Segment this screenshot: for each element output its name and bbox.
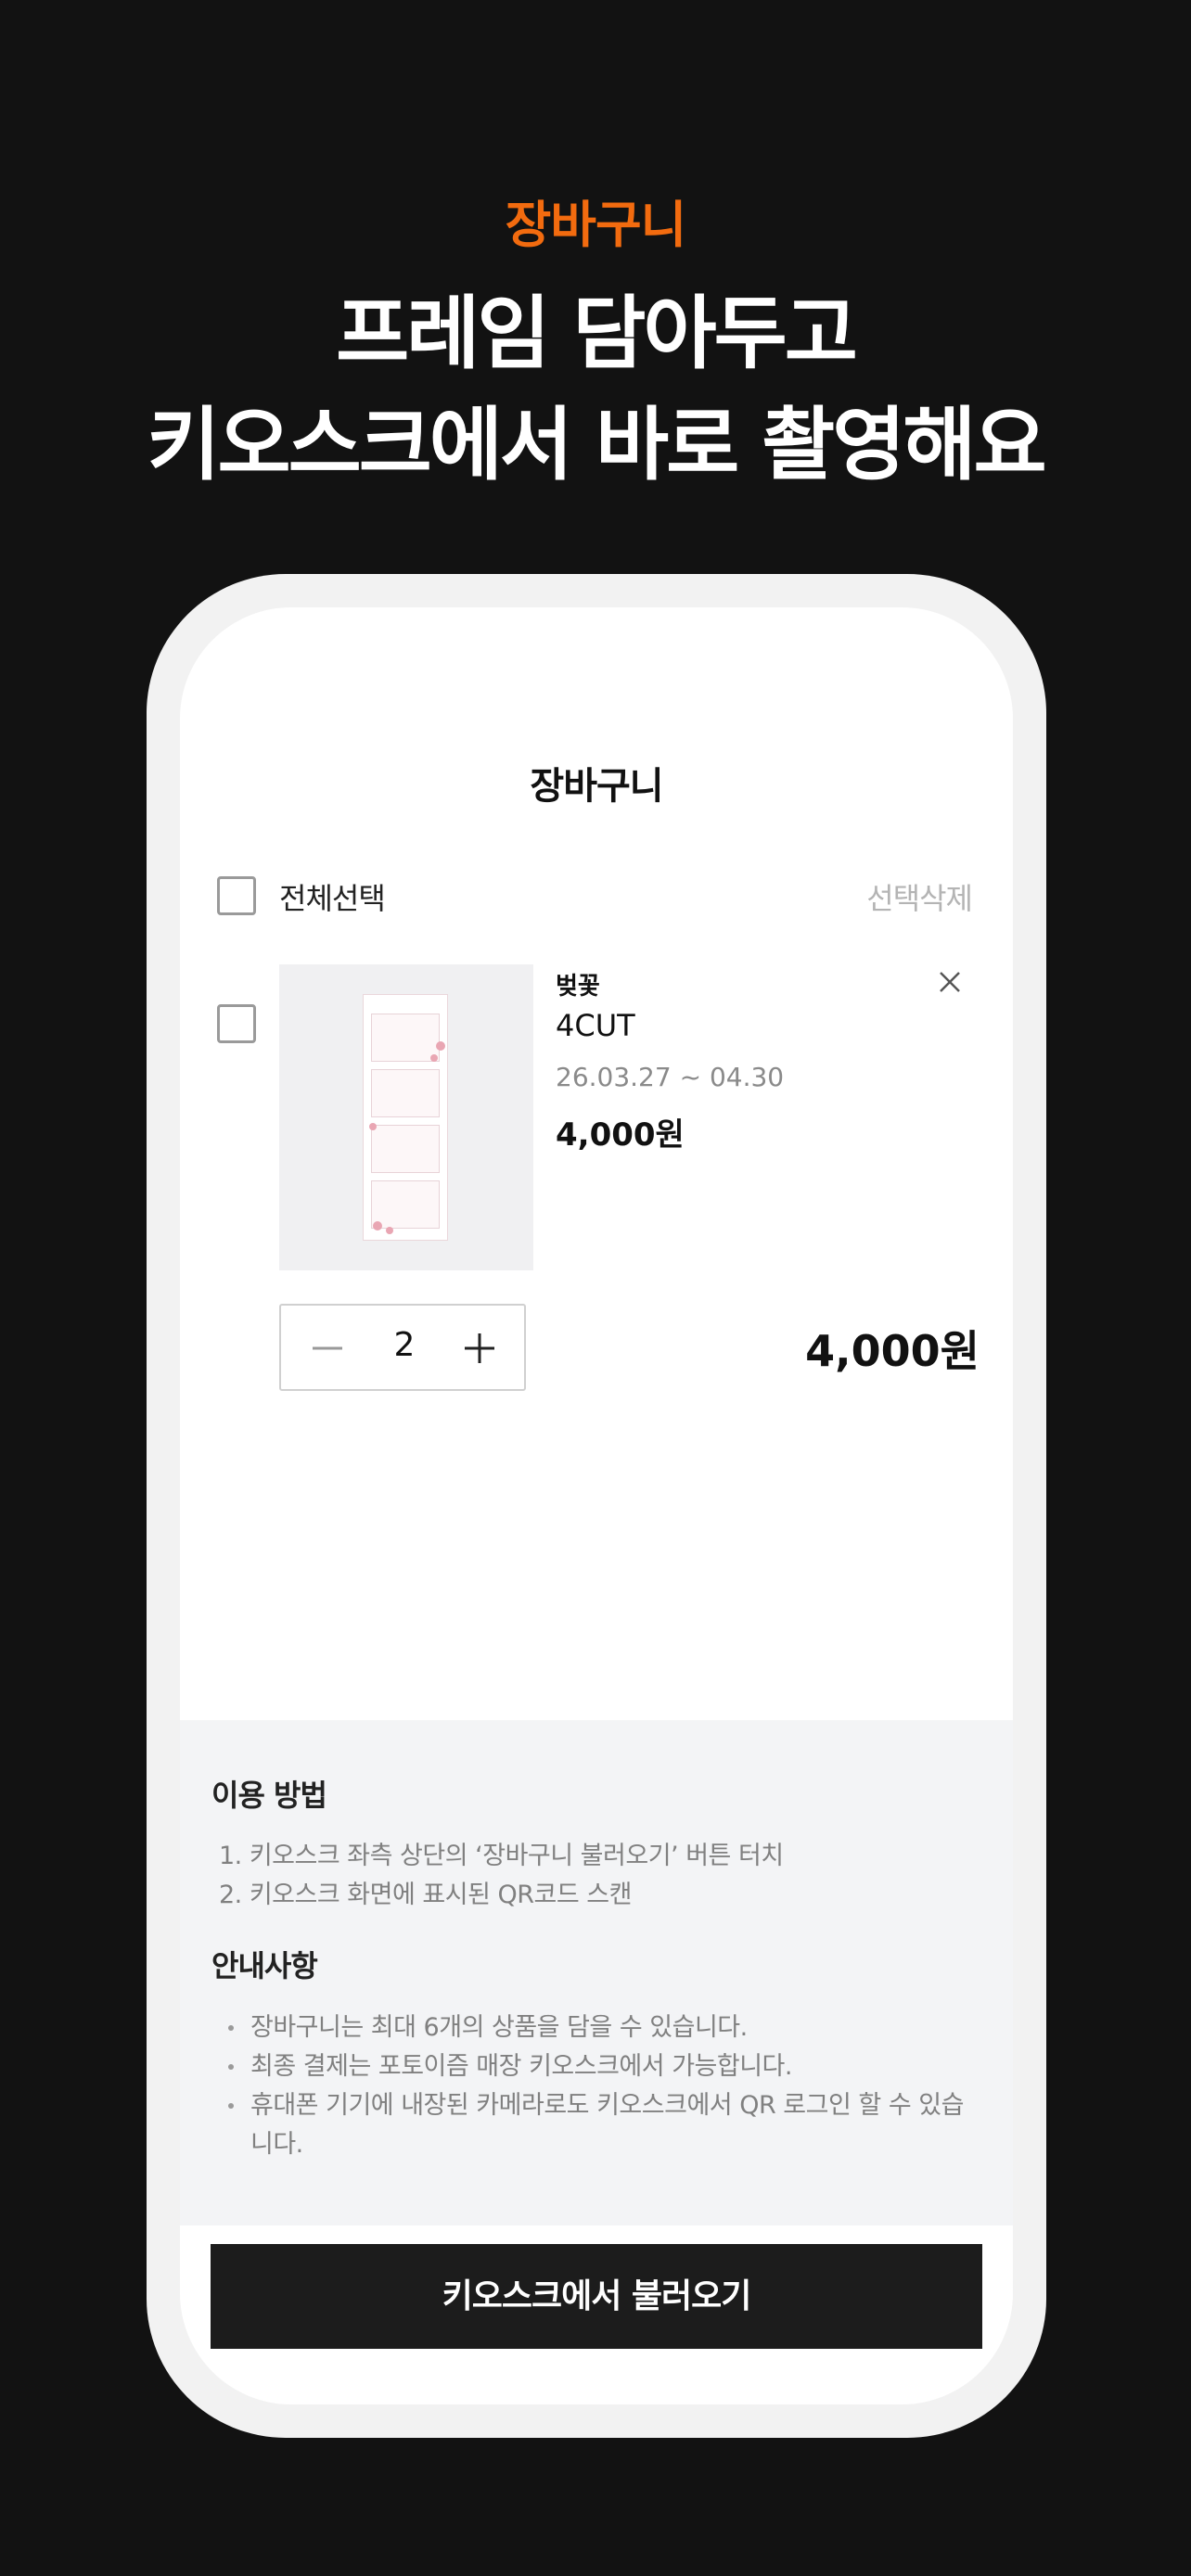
line-total: 4,000원 [805, 1326, 980, 1376]
remove-item-button[interactable] [933, 965, 967, 999]
info-panel: 이용 방법 1. 키오스크 좌측 상단의 ‘장바구니 불러오기’ 버튼 터치 2… [180, 1720, 1013, 2225]
quantity-stepper: 2 [279, 1304, 526, 1391]
promo-headline-line1: 프레임 담아두고 [336, 287, 858, 380]
bullet-dot [228, 2064, 234, 2070]
plus-icon [465, 1333, 494, 1363]
select-all-label[interactable]: 전체선택 [279, 875, 386, 918]
item-price: 4,000원 [556, 1116, 685, 1154]
item-name: 4CUT [556, 1008, 635, 1043]
load-at-kiosk-button[interactable]: 키오스크에서 불러오기 [211, 2244, 982, 2349]
phone-screen: 장바구니 전체선택 선택삭제 벚꽃 4CUT 26.03.27 ~ 04.30 … [180, 607, 1013, 2404]
item-checkbox[interactable] [217, 1004, 256, 1043]
notice-item: 휴대폰 기기에 내장된 카메라로도 키오스크에서 QR 로그인 할 수 있습 [250, 2091, 964, 2120]
item-brand: 벚꽃 [556, 973, 600, 1001]
delete-selected-button[interactable]: 선택삭제 [866, 875, 973, 918]
quantity-value: 2 [393, 1326, 416, 1364]
notice-heading: 안내사항 [211, 1948, 318, 1983]
select-all-checkbox[interactable] [217, 876, 256, 915]
bullet-dot [228, 2103, 234, 2109]
decrease-button[interactable] [303, 1324, 352, 1372]
promo-headline: 프레임 담아두고 키오스크에서 바로 촬영해요 [0, 278, 1191, 501]
usage-heading: 이용 방법 [211, 1778, 327, 1813]
notice-item: 최종 결제는 포토이즘 매장 키오스크에서 가능합니다. [250, 2052, 792, 2081]
notice-item-continued: 니다. [250, 2130, 303, 2159]
usage-step: 1. 키오스크 좌측 상단의 ‘장바구니 불러오기’ 버튼 터치 [219, 1842, 784, 1870]
item-period: 26.03.27 ~ 04.30 [556, 1062, 785, 1092]
minus-icon [313, 1346, 342, 1350]
notice-item: 장바구니는 최대 6개의 상품을 담을 수 있습니다. [250, 2013, 748, 2042]
bullet-dot [228, 2025, 234, 2031]
increase-button[interactable] [455, 1324, 504, 1372]
item-thumbnail [279, 964, 533, 1270]
photo-strip-image [363, 994, 448, 1241]
usage-step: 2. 키오스크 화면에 표시된 QR코드 스캔 [219, 1881, 632, 1909]
promo-eyebrow: 장바구니 [505, 196, 687, 254]
promo-headline-line2: 키오스크에서 바로 촬영해요 [147, 399, 1046, 491]
screen-title: 장바구니 [530, 765, 663, 808]
close-icon [940, 972, 960, 992]
phone-frame: 장바구니 전체선택 선택삭제 벚꽃 4CUT 26.03.27 ~ 04.30 … [147, 574, 1046, 2438]
